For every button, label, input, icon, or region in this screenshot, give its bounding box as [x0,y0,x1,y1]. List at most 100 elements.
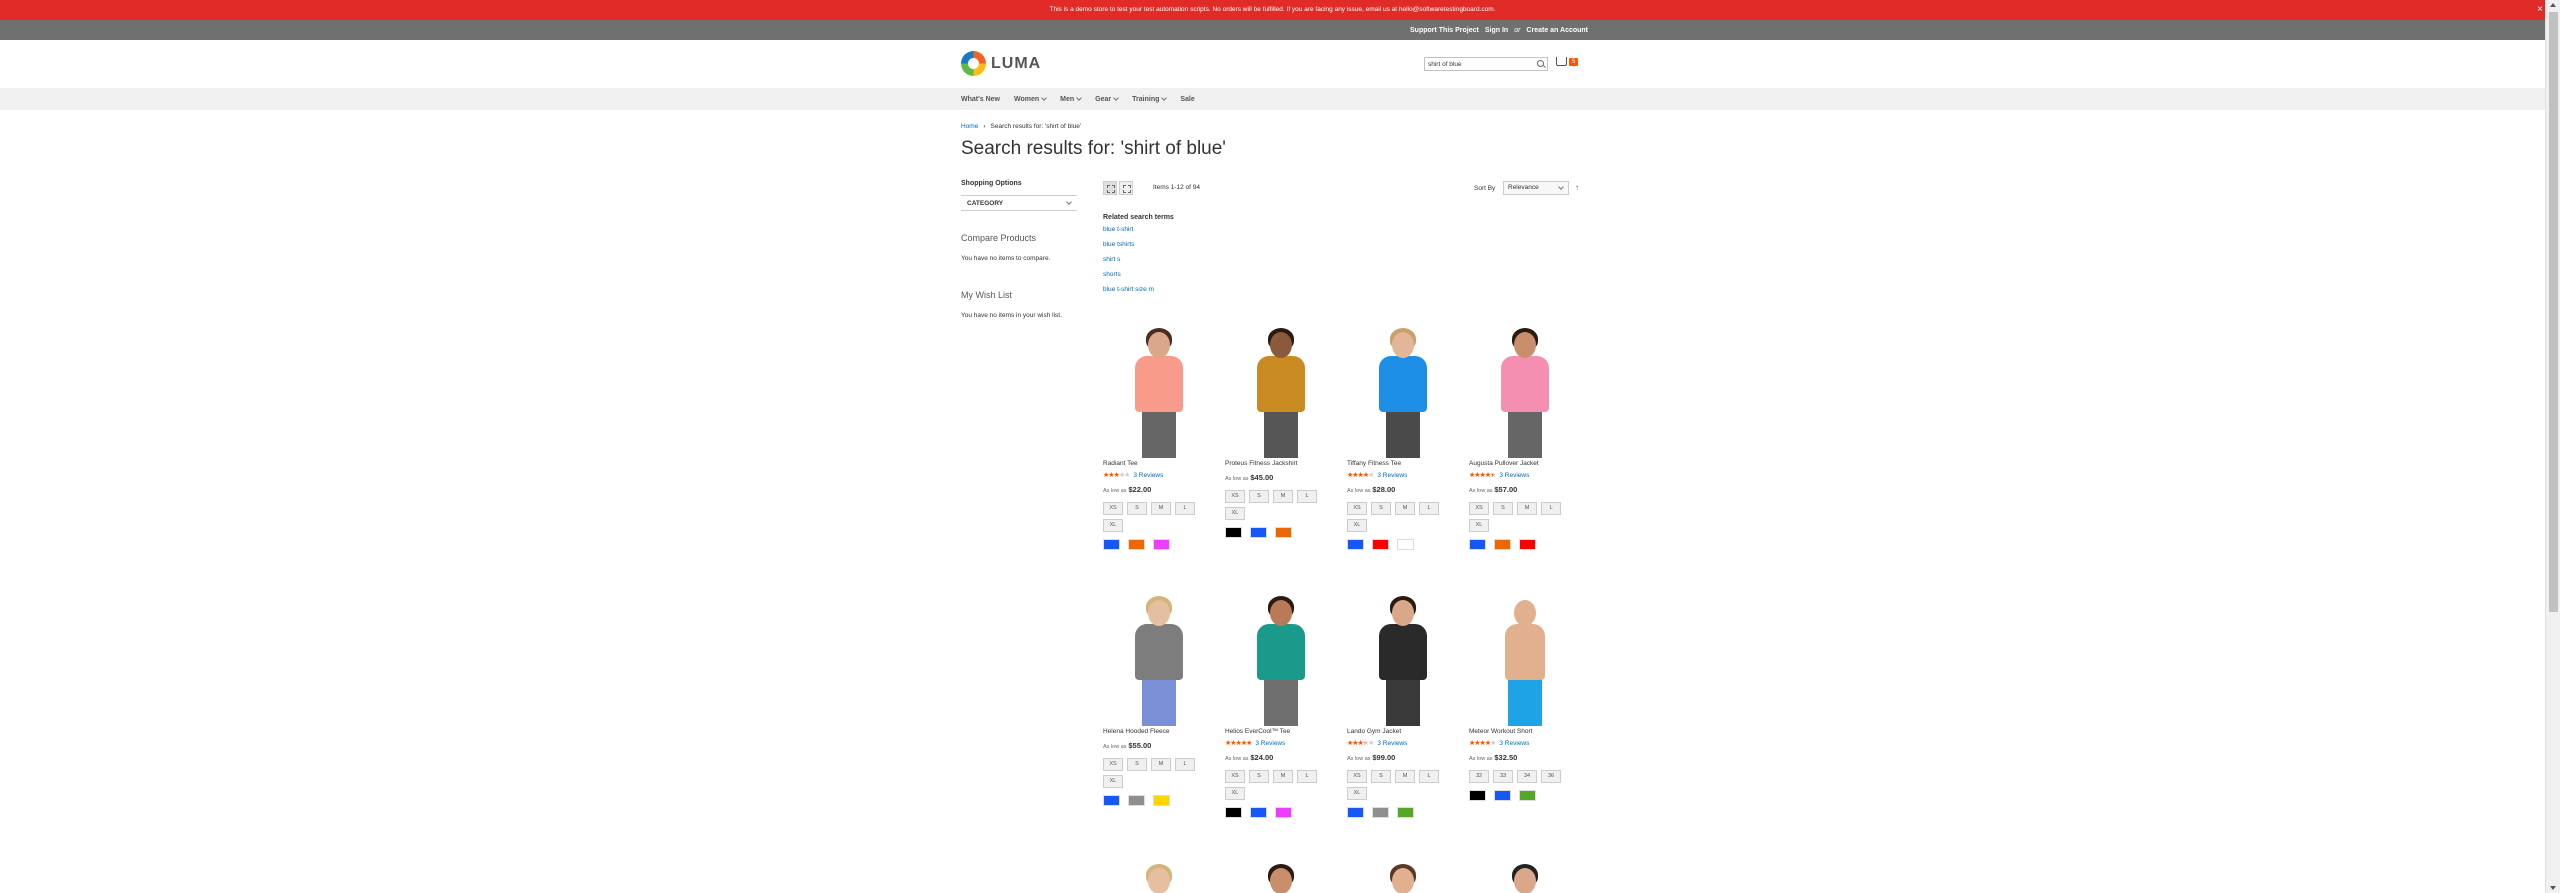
nav-item-women[interactable]: Women [1014,95,1048,103]
size-option-xl[interactable]: XL [1225,507,1245,520]
product-image[interactable] [1231,864,1331,893]
product-card[interactable] [1347,864,1459,893]
product-name[interactable]: Helios EverCool™ Tee [1225,728,1337,735]
product-name[interactable]: Augusta Pullover Jacket [1469,460,1581,467]
color-swatch[interactable] [1153,539,1170,550]
reviews-link[interactable]: 3 Reviews [1133,472,1163,479]
product-card[interactable] [1225,864,1337,893]
size-option-s[interactable]: S [1493,502,1513,515]
size-option-xl[interactable]: XL [1469,519,1489,532]
product-image[interactable] [1353,328,1453,458]
minicart[interactable]: 5 [1556,57,1579,66]
product-name[interactable]: Meteor Workout Short [1469,728,1581,735]
size-option-34[interactable]: 34 [1517,770,1537,783]
cart-icon[interactable] [1556,57,1567,66]
color-swatch[interactable] [1225,527,1242,538]
size-option-s[interactable]: S [1127,758,1147,771]
scroll-up-icon[interactable] [2550,3,2556,7]
product-card[interactable] [1469,864,1581,893]
color-swatch[interactable] [1347,807,1364,818]
product-name[interactable]: Helena Hooded Fleece [1103,728,1215,735]
product-card[interactable]: Proteus Fitness Jackshirt As low as $45.0… [1225,328,1337,538]
search-icon[interactable] [1537,60,1544,67]
size-option-xs[interactable]: XS [1103,502,1123,515]
product-name[interactable]: Proteus Fitness Jackshirt [1225,460,1337,467]
related-term-link[interactable]: blue tshirts [1103,241,1174,256]
size-option-m[interactable]: M [1395,502,1415,515]
size-option-l[interactable]: L [1175,758,1195,771]
color-swatch[interactable] [1519,539,1536,550]
color-swatch[interactable] [1275,807,1292,818]
size-option-l[interactable]: L [1297,490,1317,503]
product-image[interactable] [1231,596,1331,726]
color-swatch[interactable] [1397,807,1414,818]
create-account-link[interactable]: Create an Account [1526,27,1588,34]
size-option-xs[interactable]: XS [1347,502,1367,515]
category-filter[interactable]: CATEGORY [961,195,1077,211]
size-option-s[interactable]: S [1249,490,1269,503]
product-card[interactable] [1103,864,1215,893]
size-option-xl[interactable]: XL [1225,787,1245,800]
product-card[interactable]: Helena Hooded Fleece As low as $55.00 XS S M… [1103,596,1215,806]
size-option-xs[interactable]: XS [1225,770,1245,783]
color-swatch[interactable] [1494,539,1511,550]
product-image[interactable] [1353,596,1453,726]
sign-in-link[interactable]: Sign In [1485,27,1508,34]
size-option-m[interactable]: M [1273,490,1293,503]
size-option-xl[interactable]: XL [1347,519,1367,532]
product-image[interactable] [1353,864,1453,893]
breadcrumb-home[interactable]: Home [961,123,978,130]
product-name[interactable]: Lando Gym Jacket [1347,728,1459,735]
close-icon[interactable]: × [2537,0,2543,20]
color-swatch[interactable] [1225,807,1242,818]
size-option-s[interactable]: S [1127,502,1147,515]
product-card[interactable]: Meteor Workout Short ★★★★★★★★★★3 Reviews A… [1469,596,1581,801]
size-option-xs[interactable]: XS [1347,770,1367,783]
nav-item-gear[interactable]: Gear [1095,95,1119,103]
reviews-link[interactable]: 3 Reviews [1499,472,1529,479]
page-scrollbar[interactable] [2545,0,2560,893]
grid-view-icon[interactable] [1103,181,1117,195]
size-option-s[interactable]: S [1371,502,1391,515]
color-swatch[interactable] [1128,539,1145,550]
color-swatch[interactable] [1103,795,1120,806]
color-swatch[interactable] [1469,790,1486,801]
size-option-l[interactable]: L [1297,770,1317,783]
size-option-l[interactable]: L [1419,502,1439,515]
related-term-link[interactable]: blue t-shirt [1103,226,1174,241]
support-link[interactable]: Support This Project [1410,27,1479,34]
product-name[interactable]: Radiant Tee [1103,460,1215,467]
color-swatch[interactable] [1250,807,1267,818]
size-option-xl[interactable]: XL [1103,519,1123,532]
size-option-36[interactable]: 36 [1541,770,1561,783]
color-swatch[interactable] [1275,527,1292,538]
color-swatch[interactable] [1103,539,1120,550]
related-term-link[interactable]: shirt s [1103,256,1174,271]
color-swatch[interactable] [1372,539,1389,550]
color-swatch[interactable] [1372,807,1389,818]
size-option-m[interactable]: M [1517,502,1537,515]
product-card[interactable]: Radiant Tee ★★★★★★★★★★3 Reviews As low as … [1103,328,1215,550]
sort-by-select[interactable]: Relevance [1503,181,1569,195]
product-card[interactable]: Helios EverCool™ Tee ★★★★★ ★★★★★ 3 Reviews A… [1225,596,1337,818]
color-swatch[interactable] [1128,795,1145,806]
nav-item-men[interactable]: Men [1060,95,1083,103]
size-option-xl[interactable]: XL [1347,787,1367,800]
arrow-up-icon[interactable]: ↑ [1575,183,1579,192]
product-image[interactable] [1475,328,1575,458]
reviews-link[interactable]: 3 Reviews [1377,472,1407,479]
color-swatch[interactable] [1347,539,1364,550]
size-option-s[interactable]: S [1371,770,1391,783]
color-swatch[interactable] [1519,790,1536,801]
color-swatch[interactable] [1469,539,1486,550]
size-option-xs[interactable]: XS [1103,758,1123,771]
scroll-down-icon[interactable] [2550,886,2556,890]
size-option-m[interactable]: M [1151,758,1171,771]
reviews-link[interactable]: 3 Reviews [1377,740,1407,747]
product-image[interactable] [1109,864,1209,893]
size-option-m[interactable]: M [1151,502,1171,515]
size-option-m[interactable]: M [1395,770,1415,783]
size-option-m[interactable]: M [1273,770,1293,783]
size-option-xs[interactable]: XS [1469,502,1489,515]
size-option-l[interactable]: L [1419,770,1439,783]
